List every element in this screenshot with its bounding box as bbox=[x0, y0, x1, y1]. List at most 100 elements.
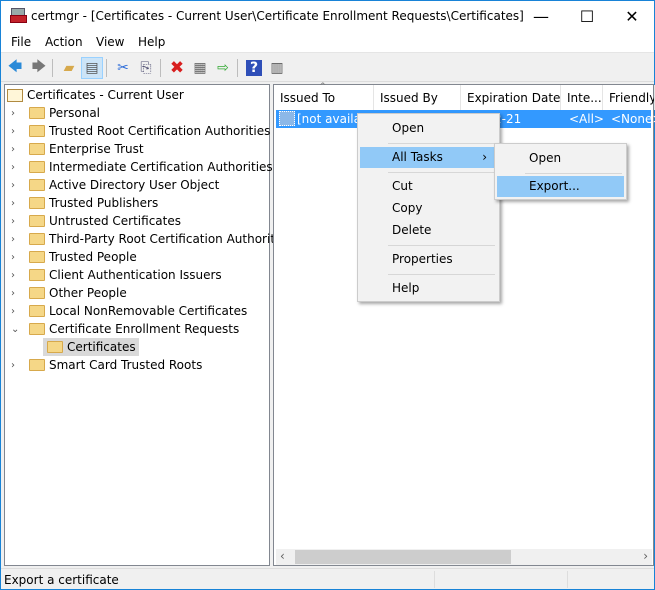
tree-item-label: Smart Card Trusted Roots bbox=[49, 358, 203, 372]
folder-icon bbox=[29, 197, 45, 209]
console-tree: Certificates - Current User › Personal › Tr… bbox=[4, 84, 292, 566]
folder-icon bbox=[29, 323, 45, 335]
tree-item-label: Trusted Root Certification Authorities bbox=[49, 124, 271, 138]
tree-item[interactable]: › Third-Party Root Certification Authorit… bbox=[9, 230, 292, 248]
scroll-right-icon[interactable]: › bbox=[643, 549, 648, 563]
menu-item-delete[interactable]: Delete bbox=[360, 220, 497, 241]
tree-item[interactable]: › Client Authentication Issuers bbox=[9, 266, 222, 284]
chevron-right-icon[interactable]: › bbox=[11, 108, 21, 119]
tree-item[interactable]: › Smart Card Trusted Roots bbox=[9, 356, 202, 374]
certmgr-app-icon bbox=[10, 8, 27, 24]
tree-item-label: Personal bbox=[49, 106, 101, 120]
tree-item-selected[interactable]: Certificates bbox=[43, 338, 139, 356]
chevron-right-icon[interactable]: › bbox=[11, 288, 21, 299]
tree-item-label: Untrusted Certificates bbox=[49, 214, 181, 228]
tree-item[interactable]: › Untrusted Certificates bbox=[9, 212, 181, 230]
menu-bar: File Action View Help bbox=[1, 31, 654, 53]
tree-item[interactable]: › Other People bbox=[9, 284, 127, 302]
tree-item[interactable]: › Local NonRemovable Certificates bbox=[9, 302, 247, 320]
chevron-right-icon[interactable]: › bbox=[11, 180, 21, 191]
maximize-button[interactable]: ☐ bbox=[564, 1, 610, 31]
chevron-right-icon[interactable]: › bbox=[11, 162, 21, 173]
delete-icon[interactable]: ✖ bbox=[166, 57, 188, 79]
scrollbar-thumb[interactable] bbox=[295, 550, 511, 564]
horizontal-scrollbar[interactable]: ‹ › bbox=[276, 549, 652, 565]
folder-icon bbox=[29, 305, 45, 317]
tree-item-label: Intermediate Certification Authorities bbox=[49, 160, 273, 174]
column-intended-purposes[interactable]: Inte... bbox=[561, 85, 603, 110]
column-issued-by[interactable]: Issued By bbox=[374, 85, 461, 110]
chevron-right-icon[interactable]: › bbox=[11, 360, 21, 371]
status-text: Export a certificate bbox=[4, 573, 119, 587]
menu-view[interactable]: View bbox=[96, 35, 124, 49]
tree-item[interactable]: › Trusted People bbox=[9, 248, 137, 266]
folder-icon bbox=[29, 125, 45, 137]
folder-icon bbox=[29, 107, 45, 119]
submenu-arrow-icon: › bbox=[482, 150, 487, 164]
tree-item-label: Certificate Enrollment Requests bbox=[49, 322, 240, 336]
menu-item-all-tasks[interactable]: All Tasks › bbox=[360, 147, 497, 168]
menu-item-open[interactable]: Open bbox=[360, 118, 497, 139]
chevron-down-icon[interactable]: ⌄ bbox=[11, 324, 21, 335]
app-window: certmgr - [Certificates - Current User\C… bbox=[0, 0, 655, 590]
show-hide-console-tree-icon[interactable]: ▤ bbox=[81, 57, 103, 79]
column-expiration-date[interactable]: Expiration Date bbox=[461, 85, 561, 110]
context-menu: Open All Tasks › Cut Copy Delete Properti… bbox=[357, 113, 500, 302]
folder-icon bbox=[29, 269, 45, 281]
chevron-right-icon[interactable]: › bbox=[11, 126, 21, 137]
cell-intended: <All> bbox=[569, 112, 604, 126]
menu-item-properties[interactable]: Properties bbox=[360, 249, 497, 270]
menu-file[interactable]: File bbox=[11, 35, 31, 49]
chevron-right-icon[interactable]: › bbox=[11, 216, 21, 227]
chevron-right-icon[interactable]: › bbox=[11, 252, 21, 263]
cut-icon[interactable]: ✂ bbox=[112, 57, 134, 79]
folder-icon bbox=[29, 179, 45, 191]
copy-icon[interactable]: ⎘ bbox=[135, 57, 157, 79]
chevron-right-icon[interactable]: › bbox=[11, 306, 21, 317]
help-icon[interactable]: ? bbox=[243, 57, 265, 79]
folder-icon bbox=[29, 215, 45, 227]
tree-root-label: Certificates - Current User bbox=[27, 88, 184, 102]
menu-item-cut[interactable]: Cut bbox=[360, 176, 497, 197]
sort-ascending-icon: ^ bbox=[319, 82, 327, 92]
menu-item-copy[interactable]: Copy bbox=[360, 198, 497, 219]
forward-icon[interactable]: 🡆 bbox=[28, 57, 50, 79]
tree-item[interactable]: › Intermediate Certification Authorities bbox=[9, 158, 273, 176]
folder-icon bbox=[29, 251, 45, 263]
tree-item[interactable]: ⌄ Certificate Enrollment Requests bbox=[9, 320, 239, 338]
tree-item[interactable]: › Active Directory User Object bbox=[9, 176, 219, 194]
properties-icon[interactable]: ▦ bbox=[189, 57, 211, 79]
title-bar: certmgr - [Certificates - Current User\C… bbox=[1, 1, 654, 31]
tree-item[interactable]: › Personal bbox=[9, 104, 100, 122]
up-folder-icon[interactable]: ▰ bbox=[58, 57, 80, 79]
chevron-right-icon[interactable]: › bbox=[11, 270, 21, 281]
folder-icon bbox=[29, 161, 45, 173]
cell-friendly: <None> bbox=[611, 112, 655, 126]
window-title: certmgr - [Certificates - Current User\C… bbox=[31, 9, 524, 23]
close-button[interactable]: ✕ bbox=[609, 1, 655, 31]
tree-item[interactable]: › Enterprise Trust bbox=[9, 140, 144, 158]
tree-item[interactable]: › Trusted Publishers bbox=[9, 194, 158, 212]
menu-help[interactable]: Help bbox=[138, 35, 165, 49]
column-friendly-name[interactable]: Friendly bbox=[603, 85, 655, 110]
tree-item-label: Certificates bbox=[67, 340, 136, 354]
folder-icon bbox=[29, 287, 45, 299]
all-tasks-submenu: Open Export... bbox=[494, 143, 627, 200]
folder-icon bbox=[29, 359, 45, 371]
tree-root[interactable]: Certificates - Current User bbox=[7, 86, 184, 104]
show-action-pane-icon[interactable]: ▥ bbox=[266, 57, 288, 79]
certificate-store-icon bbox=[7, 88, 23, 102]
chevron-right-icon[interactable]: › bbox=[11, 198, 21, 209]
minimize-button[interactable]: — bbox=[518, 1, 564, 31]
chevron-right-icon[interactable]: › bbox=[11, 144, 21, 155]
tree-item[interactable]: › Trusted Root Certification Authorities bbox=[9, 122, 270, 140]
toolbar: 🡄 🡆 ▰ ▤ ✂ ⎘ ✖ ▦ ⇨ ? ▥ bbox=[1, 54, 654, 82]
menu-action[interactable]: Action bbox=[45, 35, 83, 49]
back-icon[interactable]: 🡄 bbox=[4, 57, 26, 79]
submenu-item-open[interactable]: Open bbox=[497, 148, 624, 169]
export-list-icon[interactable]: ⇨ bbox=[212, 57, 234, 79]
scroll-left-icon[interactable]: ‹ bbox=[280, 549, 285, 563]
menu-item-help[interactable]: Help bbox=[360, 278, 497, 299]
chevron-right-icon[interactable]: › bbox=[11, 234, 21, 245]
submenu-item-export[interactable]: Export... bbox=[497, 176, 624, 197]
